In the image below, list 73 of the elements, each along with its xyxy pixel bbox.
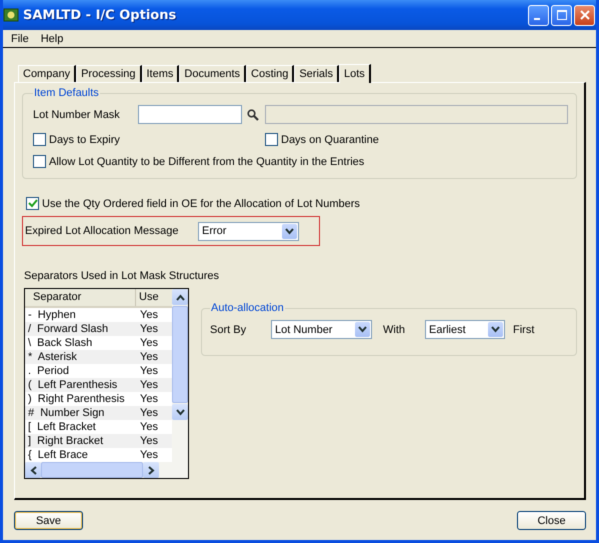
menu-item[interactable]: File <box>5 32 35 44</box>
table-cell-text: [ Left Bracket <box>27 420 97 434</box>
table-cell-text: Yes <box>139 336 159 350</box>
close-icon <box>580 10 590 20</box>
scroll-down-icon[interactable] <box>176 408 184 416</box>
table-cell-text: Yes <box>139 378 159 392</box>
column-header[interactable]: Use <box>136 289 172 306</box>
table-cell-text: Yes <box>139 350 159 364</box>
table-cell-text: Yes <box>139 322 159 336</box>
checkbox-label: Allow Lot Quantity to be Different from the Quantity in the Entries <box>49 156 364 168</box>
checkbox[interactable] <box>26 197 39 210</box>
dropdown[interactable]: Error <box>198 222 299 240</box>
table-cell-text: * Asterisk <box>27 350 78 364</box>
scroll-up-icon[interactable] <box>176 294 184 300</box>
checkbox-label: Use the Qty Ordered field in OE for the Allocation of Lot Numbers <box>42 198 360 210</box>
field-label: With <box>383 324 405 336</box>
table-cell-text: . Period <box>27 364 70 378</box>
maximize-icon <box>556 10 566 20</box>
checkbox[interactable] <box>33 133 46 146</box>
checkbox-label: Days on Quarantine <box>281 134 379 146</box>
table-cell-text: { Left Brace <box>27 448 89 462</box>
table-cell-text: ( Left Parenthesis <box>27 378 118 392</box>
horizontal-scrollbar[interactable] <box>25 462 188 478</box>
app-icon <box>3 7 19 23</box>
close-button[interactable] <box>574 4 595 26</box>
chevron-icon <box>355 322 370 337</box>
vertical-scrollbar[interactable] <box>172 289 188 462</box>
checkbox[interactable] <box>33 155 46 168</box>
minimize-icon <box>534 18 540 20</box>
tab[interactable]: Items <box>142 65 180 82</box>
table-cell-text: ) Right Parenthesis <box>27 392 126 406</box>
tab[interactable]: Processing <box>76 65 142 82</box>
table-cell-text: - Hyphen <box>27 308 77 322</box>
group-title: Item Defaults <box>33 87 100 99</box>
search-icon[interactable] <box>247 108 259 120</box>
table-cell-text: / Forward Slash <box>27 322 110 336</box>
tab[interactable]: Lots <box>338 64 371 83</box>
dropdown[interactable]: Lot Number <box>271 320 372 339</box>
table-cell-text: ] Right Bracket <box>27 434 104 448</box>
table-cell-text: Yes <box>139 406 159 420</box>
save-button[interactable]: Save <box>14 511 83 530</box>
scroll-right-icon[interactable] <box>148 466 154 474</box>
field-label: Sort By <box>210 324 248 336</box>
table-cell-text: Yes <box>139 420 159 434</box>
field-label: Lot Number Mask <box>33 108 121 120</box>
input-field[interactable] <box>138 105 242 124</box>
section-title: Separators Used in Lot Mask Structures <box>24 270 220 282</box>
minimize-button[interactable] <box>528 4 549 26</box>
menu-item[interactable]: Help <box>34 32 70 44</box>
field-label: Expired Lot Allocation Message <box>25 225 180 237</box>
table-cell-text: \ Back Slash <box>27 336 94 350</box>
dropdown[interactable]: Earliest <box>425 320 505 339</box>
chevron-icon <box>488 322 503 337</box>
checkbox-label: Days to Expiry <box>49 134 120 146</box>
field-label: First <box>513 324 534 336</box>
table-cell-text: Yes <box>139 308 159 322</box>
table-cell-text: Yes <box>139 448 159 462</box>
window-title: SAMLTD - I/C Options <box>23 8 178 22</box>
maximize-button[interactable] <box>551 4 572 26</box>
table-cell-text: Yes <box>139 392 159 406</box>
close-button[interactable]: Close <box>517 511 586 530</box>
table-cell-text: Yes <box>139 364 159 378</box>
scroll-left-icon[interactable] <box>30 466 36 474</box>
group-title: Auto-allocation <box>210 302 285 314</box>
column-header[interactable]: Separator <box>25 289 136 306</box>
table-cell-text: Yes <box>139 434 159 448</box>
tab[interactable]: Documents <box>179 65 246 82</box>
table-cell-text: # Number Sign <box>27 406 106 420</box>
tab[interactable]: Costing <box>246 65 294 82</box>
chevron-icon <box>282 224 297 238</box>
tab[interactable]: Company <box>18 65 76 82</box>
checkbox[interactable] <box>265 133 278 146</box>
tab[interactable]: Serials <box>294 65 339 82</box>
